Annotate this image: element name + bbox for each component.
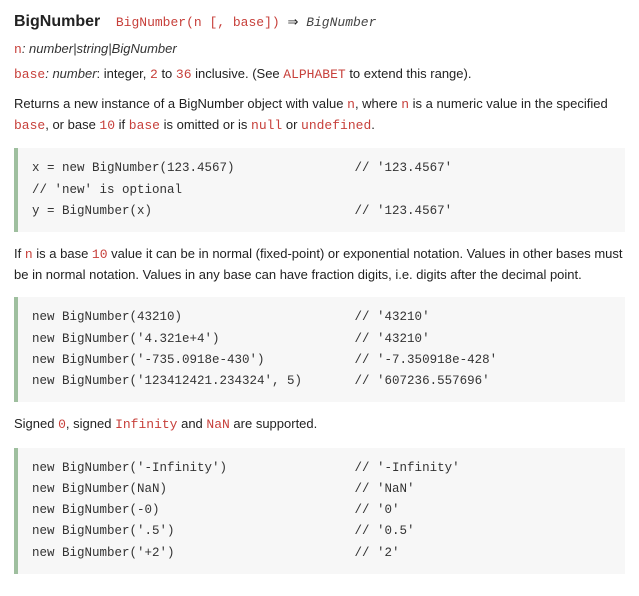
base-ref: base [129, 118, 160, 133]
ten: 10 [92, 247, 108, 262]
param-base-line: base: number: integer, 2 to 36 inclusive… [14, 64, 625, 85]
txt: and [177, 416, 206, 431]
code-block-1: x = new BigNumber(123.4567) // '123.4567… [14, 148, 625, 232]
description-3: Signed 0, signed Infinity and NaN are su… [14, 414, 625, 435]
txt: is a numeric value in the specified [409, 96, 608, 111]
n-ref: n [25, 247, 33, 262]
null-kw: null [251, 118, 282, 133]
signature: BigNumber(n [, base]) ⇒ BigNumber [116, 15, 377, 30]
txt: is omitted or is [160, 117, 251, 132]
description-2: If n is a base 10 value it can be in nor… [14, 244, 625, 285]
txt: or [282, 117, 301, 132]
txt: If [14, 246, 25, 261]
description-1: Returns a new instance of a BigNumber ob… [14, 94, 625, 136]
txt: Returns a new instance of a BigNumber ob… [14, 96, 347, 111]
n-ref: n [347, 97, 355, 112]
param-base: base [14, 67, 45, 82]
signature-return: BigNumber [306, 15, 376, 30]
nan-kw: NaN [206, 417, 229, 432]
code-block-2: new BigNumber(43210) // '43210' new BigN… [14, 297, 625, 402]
txt: if [115, 117, 129, 132]
txt: is a base [33, 246, 92, 261]
param-n-line: n: number|string|BigNumber [14, 39, 625, 60]
class-title: BigNumber [14, 13, 100, 30]
txt: , or base [45, 117, 99, 132]
base-lo: 2 [150, 67, 158, 82]
param-n-type: : number|string|BigNumber [22, 41, 177, 56]
ten: 10 [99, 118, 115, 133]
param-base-type: : number [45, 66, 96, 81]
txt: , where [355, 96, 401, 111]
txt: inclusive. (See [192, 66, 284, 81]
param-n: n [14, 42, 22, 57]
zero: 0 [58, 417, 66, 432]
signature-call: BigNumber(n [, base]) [116, 15, 280, 30]
txt: to extend this range). [346, 66, 472, 81]
txt: to [158, 66, 176, 81]
txt: . [371, 117, 375, 132]
base-hi: 36 [176, 67, 192, 82]
alphabet-link[interactable]: ALPHABET [283, 67, 345, 82]
txt: are supported. [230, 416, 317, 431]
undefined-kw: undefined [301, 118, 371, 133]
base-ref: base [14, 118, 45, 133]
n-ref: n [401, 97, 409, 112]
infinity-kw: Infinity [115, 417, 177, 432]
txt: Signed [14, 416, 58, 431]
header: BigNumber BigNumber(n [, base]) ⇒ BigNum… [14, 10, 625, 35]
arrow: ⇒ [280, 15, 307, 30]
txt: , signed [66, 416, 115, 431]
code-block-3: new BigNumber('-Infinity') // '-Infinity… [14, 448, 625, 574]
txt: : integer, [97, 66, 150, 81]
